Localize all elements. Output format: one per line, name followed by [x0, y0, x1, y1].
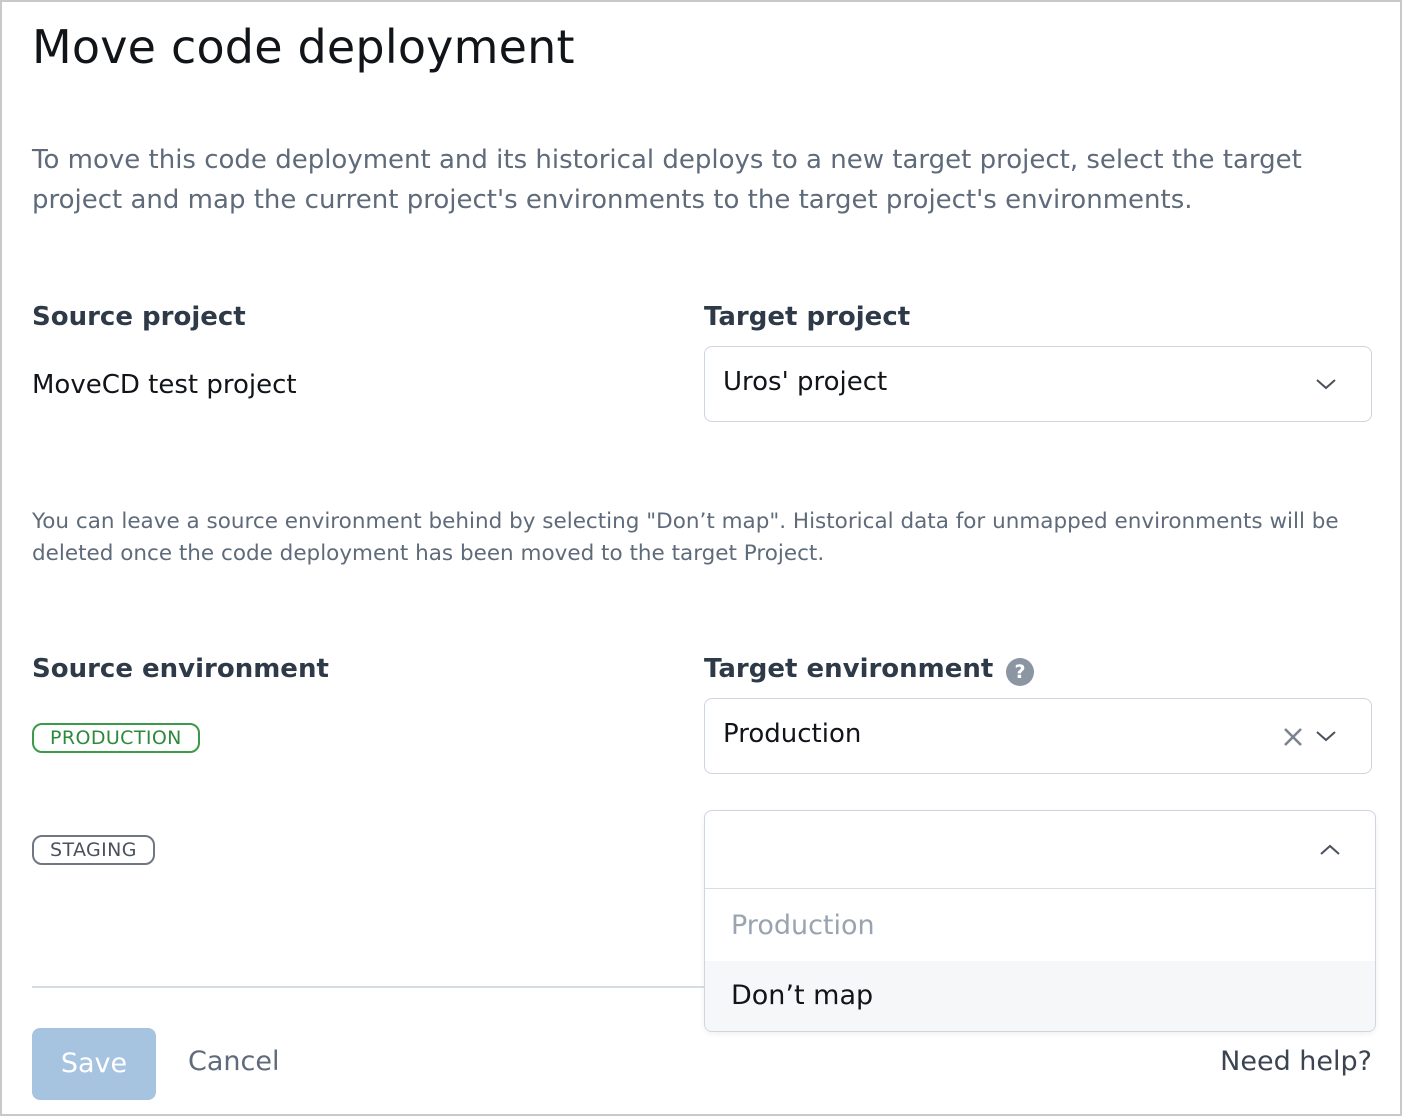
dropdown-option-dont-map[interactable]: Don’t map — [705, 961, 1375, 1031]
source-environment-label: Source environment — [32, 654, 329, 684]
source-project-value: MoveCD test project — [32, 370, 297, 400]
intro-text: To move this code deployment and its his… — [32, 145, 1302, 215]
target-project-select[interactable]: Uros' project — [704, 346, 1372, 422]
target-environment-label: Target environment — [704, 654, 994, 684]
move-code-deployment-dialog: Move code deployment To move this code d… — [0, 0, 1402, 1116]
target-project-label: Target project — [704, 302, 911, 332]
source-env-badge-staging: STAGING — [32, 835, 155, 865]
need-help-link[interactable]: Need help? — [1220, 1046, 1372, 1077]
target-env-select-staging[interactable]: Production Don’t map — [704, 810, 1376, 1032]
close-icon[interactable] — [1281, 725, 1305, 749]
chevron-down-icon — [1316, 379, 1336, 390]
unmapped-note: You can leave a source environment behin… — [32, 509, 1339, 566]
cancel-button[interactable]: Cancel — [188, 1046, 279, 1077]
target-env-select-production[interactable]: Production — [704, 698, 1372, 774]
source-env-badge-production: PRODUCTION — [32, 723, 200, 753]
help-icon[interactable]: ? — [1006, 658, 1034, 686]
source-project-label: Source project — [32, 302, 246, 332]
target-project-value: Uros' project — [723, 367, 888, 397]
save-button[interactable]: Save — [32, 1028, 156, 1100]
target-env-value-production: Production — [723, 719, 862, 749]
chevron-down-icon — [1316, 731, 1336, 742]
target-env-select-staging-head[interactable] — [705, 811, 1375, 889]
dialog-title: Move code deployment — [32, 20, 575, 74]
chevron-up-icon — [1320, 844, 1340, 855]
dropdown-option-production: Production — [731, 910, 875, 941]
